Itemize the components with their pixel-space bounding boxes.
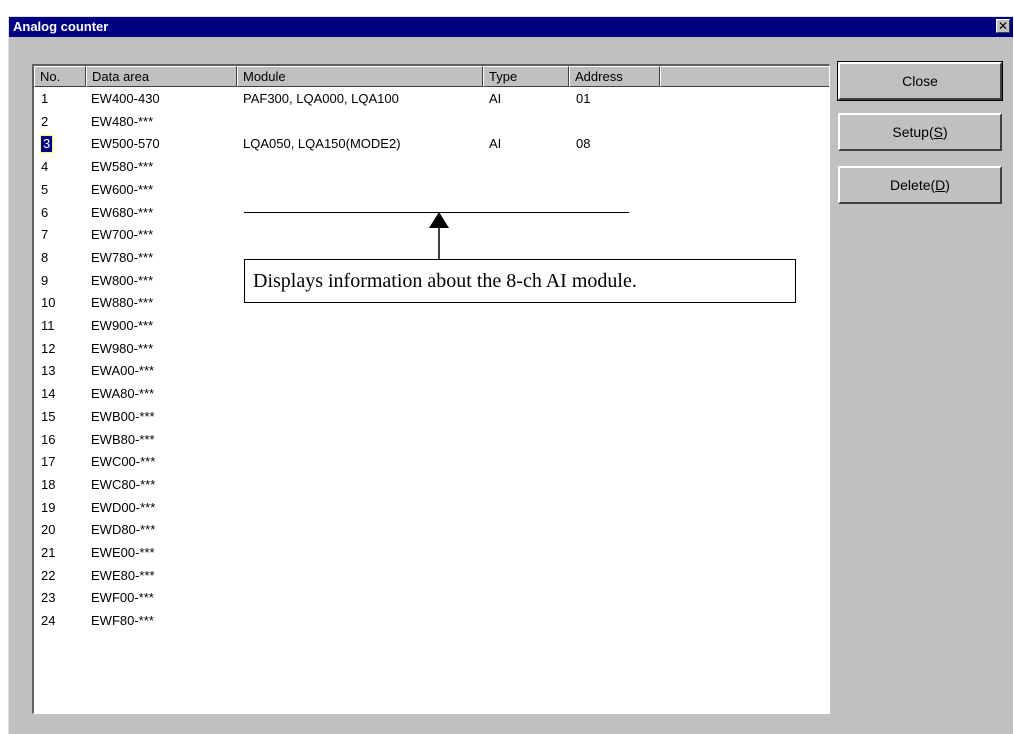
row-data-area: EW500-570 [91,136,160,152]
table-row[interactable]: 2 EW480-*** [34,111,829,133]
table-row[interactable]: 13 EWA00-*** [34,360,829,382]
table-row[interactable]: 22 EWE80-*** [34,565,829,587]
row-data-area: EWD00-*** [91,499,156,515]
table-row[interactable]: 12 EW980-*** [34,338,829,360]
table-row[interactable]: 23 EWF00-*** [34,587,829,609]
delete-button-label: Delete( [890,177,936,193]
row-data-area: EWB00-*** [91,408,155,424]
column-header-filler [660,66,829,87]
row-data-area: EW800-*** [91,272,154,288]
row-no: 2 [41,113,49,129]
row-no: 23 [41,590,56,606]
row-no: 12 [41,340,56,356]
row-no: 15 [41,408,56,424]
row-type: AI [489,136,502,152]
table-row[interactable]: 3 EW500-570 LQA050, LQA150(MODE2) AI 08 [34,133,829,155]
column-header-type[interactable]: Type [483,66,569,87]
row-data-area: EW400-430 [91,91,160,106]
row-data-area: EWF80-*** [91,613,154,629]
table-row[interactable]: 17 EWC00-*** [34,451,829,473]
row-no: 4 [41,159,49,175]
analog-counter-dialog: Analog counter ✕ No. Data area Module Ty… [8,16,1013,734]
setup-button-mnemonic: S [933,124,943,140]
row-type: AI [489,91,502,106]
selected-row-number: 3 [39,135,54,154]
row-no: 9 [41,272,49,288]
table-row[interactable]: 14 EWA80-*** [34,383,829,405]
window-title: Analog counter [13,19,109,34]
row-data-area: EWE80-*** [91,567,155,583]
row-data-area: EW700-*** [91,227,154,243]
row-data-area: EWE00-*** [91,545,155,560]
row-no: 21 [41,545,56,560]
row-no: 11 [41,318,55,333]
table-row[interactable]: 1 EW400-430 PAF300, LQA000, LQA100 AI 01 [34,88,829,110]
row-data-area: EWF00-*** [91,590,154,606]
annotation-callout: Displays information about the 8-ch AI m… [244,259,796,303]
row-no: 17 [41,454,56,470]
setup-button-suffix: ) [942,124,948,140]
row-data-area: EW780-*** [91,249,154,265]
row-no: 6 [41,204,49,220]
column-header-address[interactable]: Address [569,66,660,87]
table-row[interactable]: 11 EW900-*** [34,315,829,337]
row-no: 13 [41,363,56,379]
row-data-area: EWA00-*** [91,363,155,379]
row-no: 3 [39,133,54,155]
analog-counter-list[interactable]: No. Data area Module Type Address 1 EW400… [32,64,830,714]
list-header: No. Data area Module Type Address [34,66,829,87]
row-no: 22 [41,567,56,583]
column-header-data-area[interactable]: Data area [86,66,237,87]
row-no: 19 [41,499,56,515]
row-module: LQA050, LQA150(MODE2) [243,136,401,152]
row-data-area: EW680-*** [91,204,154,220]
column-header-module[interactable]: Module [237,66,483,87]
row-data-area: EW900-*** [91,318,154,333]
table-row[interactable]: 15 EWB00-*** [34,406,829,428]
row-data-area: EW980-*** [91,340,154,356]
table-row[interactable]: 21 EWE00-*** [34,542,829,564]
row-data-area: EWA80-*** [91,386,155,402]
row-address: 01 [576,91,591,106]
setup-button-label: Setup( [892,124,934,140]
row-data-area: EW600-*** [91,181,154,197]
row-no: 16 [41,431,56,447]
row-module: PAF300, LQA000, LQA100 [243,91,399,106]
delete-button[interactable]: Delete(D) [838,166,1002,204]
row-no: 7 [41,227,49,243]
row-no: 14 [41,386,56,402]
setup-button[interactable]: Setup(S) [838,113,1002,151]
row-no: 18 [41,476,56,492]
column-header-no[interactable]: No. [34,66,86,87]
table-row[interactable]: 4 EW580-*** [34,156,829,178]
row-data-area: EW580-*** [91,159,154,175]
close-button[interactable]: Close [837,61,1003,101]
table-row[interactable]: 19 EWD00-*** [34,497,829,519]
delete-button-mnemonic: D [935,177,946,193]
close-window-icon[interactable]: ✕ [996,19,1010,33]
table-row[interactable]: 24 EWF80-*** [34,610,829,632]
table-row[interactable]: 20 EWD80-*** [34,519,829,541]
row-address: 08 [576,136,591,152]
table-row[interactable]: 5 EW600-*** [34,179,829,201]
row-data-area: EWB80-*** [91,431,155,447]
row-no: 1 [41,91,49,106]
row-no: 24 [41,613,56,629]
row-no: 10 [41,295,56,311]
title-bar[interactable]: Analog counter ✕ [9,17,1013,37]
row-no: 8 [41,249,49,265]
row-data-area: EWD80-*** [91,522,156,538]
row-no: 20 [41,522,56,538]
row-data-area: EWC00-*** [91,454,156,470]
row-data-area: EW480-*** [91,113,154,129]
row-data-area: EW880-*** [91,295,154,311]
table-row[interactable]: 16 EWB80-*** [34,429,829,451]
row-data-area: EWC80-*** [91,476,156,492]
table-row[interactable]: 18 EWC80-*** [34,474,829,496]
row-no: 5 [41,181,49,197]
delete-button-suffix: ) [945,177,950,193]
